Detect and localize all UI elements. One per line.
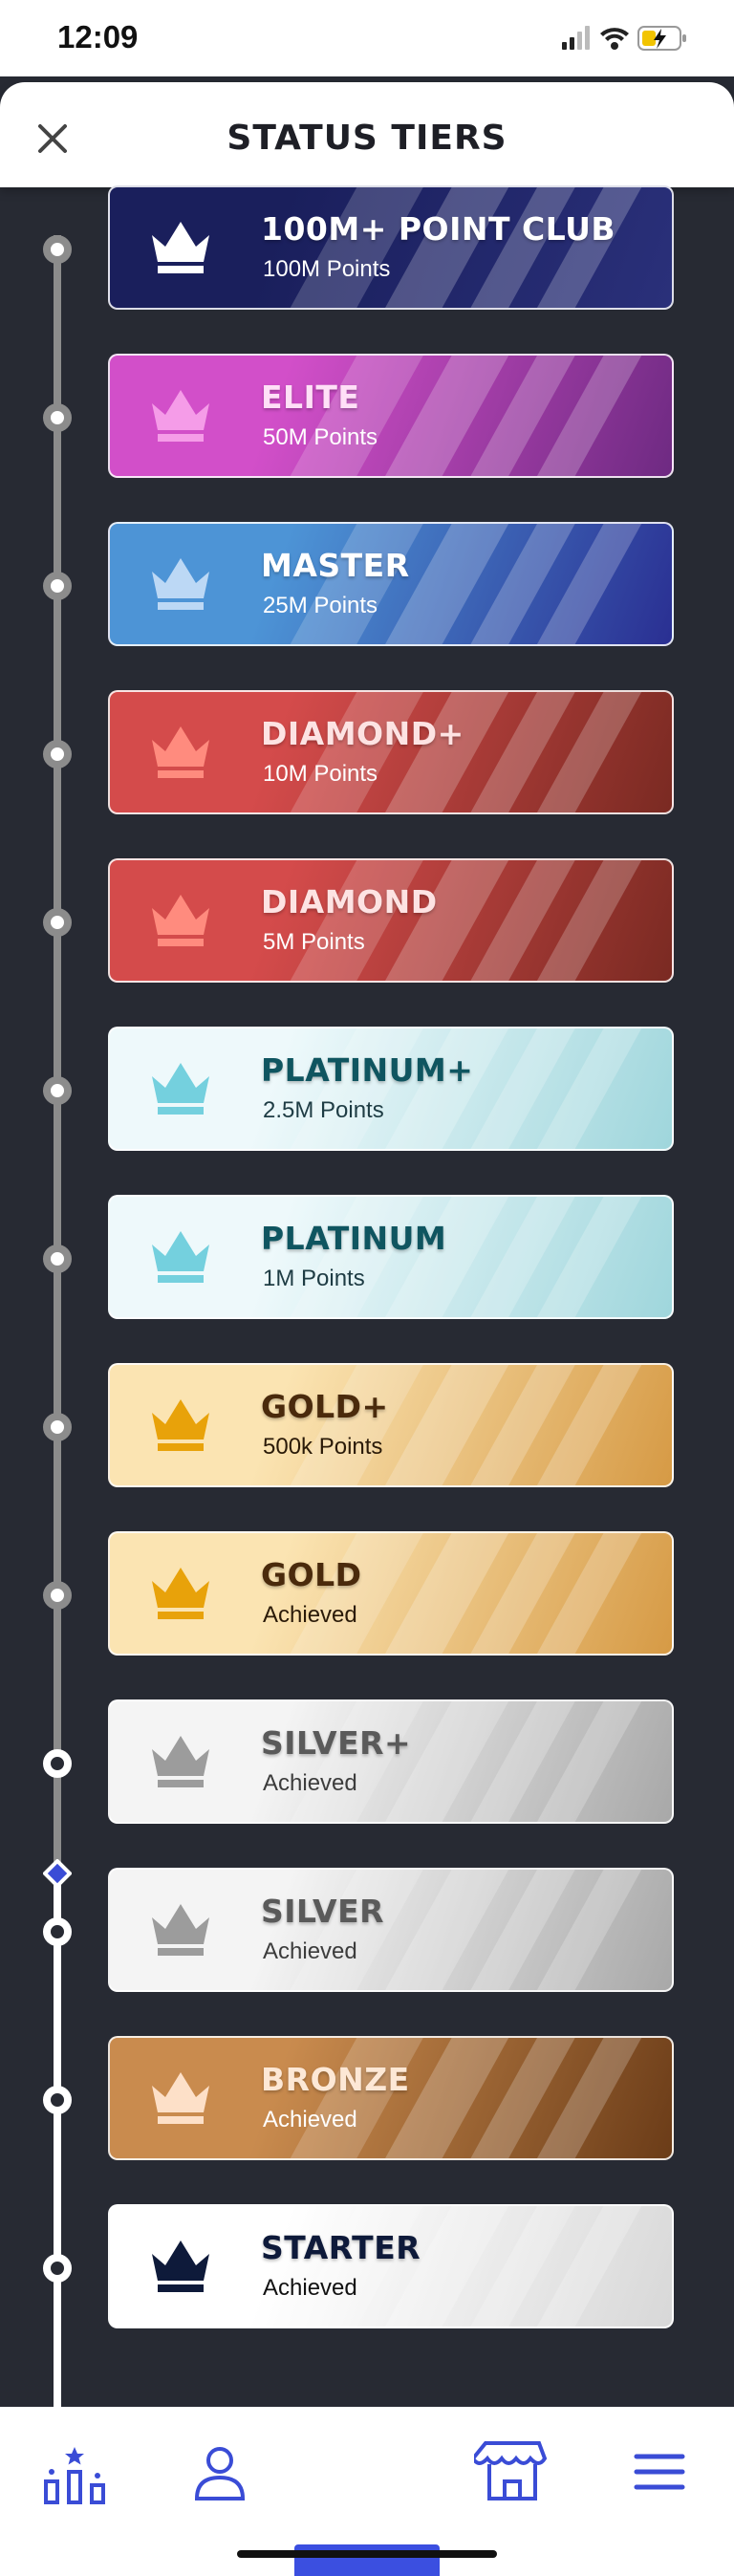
- tier-name: STARTER: [261, 2229, 421, 2266]
- tier-subtitle: Achieved: [263, 2107, 357, 2132]
- status-bar: 12:09: [0, 0, 734, 76]
- tier-timeline: 100M+ POINT CLUB 100M Points ELITE 50M Poin…: [0, 185, 734, 2448]
- leaderboard-icon: [44, 2447, 105, 2504]
- wifi-icon: [600, 28, 629, 50]
- tier-name: SILVER+: [261, 1724, 412, 1762]
- nav-menu[interactable]: [621, 2434, 698, 2510]
- header: STATUS TIERS: [0, 82, 734, 187]
- crown-icon: [152, 895, 209, 946]
- timeline-node: [43, 740, 72, 768]
- crown-icon: [152, 1063, 209, 1115]
- crown-icon: [152, 558, 209, 610]
- status-time: 12:09: [57, 19, 139, 54]
- tier-name: SILVER: [261, 1893, 385, 1930]
- crown-icon: [152, 2240, 209, 2292]
- tier-subtitle: 100M Points: [263, 256, 391, 282]
- crown-icon: [152, 1568, 209, 1619]
- tier-card[interactable]: MASTER 25M Points: [108, 522, 674, 646]
- tier-card[interactable]: GOLD+ 500k Points: [108, 1363, 674, 1487]
- timeline-node: [43, 908, 72, 937]
- crown-icon: [152, 390, 209, 442]
- timeline-line-achieved: [54, 1874, 61, 2448]
- tier-subtitle: 2.5M Points: [263, 1097, 384, 1123]
- timeline-node: [43, 572, 72, 600]
- tier-name: BRONZE: [261, 2061, 410, 2098]
- nav-profile[interactable]: [182, 2434, 258, 2510]
- tier-name: GOLD: [261, 1556, 362, 1593]
- tier-subtitle: Achieved: [263, 1938, 357, 1964]
- menu-icon: [634, 2454, 685, 2490]
- nav-store[interactable]: [470, 2434, 550, 2510]
- tier-subtitle: Achieved: [263, 2275, 357, 2301]
- crown-icon: [152, 222, 209, 273]
- crown-icon: [152, 1904, 209, 1956]
- tier-card[interactable]: ELITE 50M Points: [108, 354, 674, 478]
- timeline-line-locked: [54, 235, 61, 1874]
- nav-leaderboard[interactable]: [36, 2434, 113, 2510]
- tier-subtitle: 500k Points: [263, 1434, 383, 1460]
- tier-card[interactable]: DIAMOND 5M Points: [108, 858, 674, 983]
- tier-subtitle: Achieved: [263, 1770, 357, 1796]
- tier-name: PLATINUM+: [261, 1051, 474, 1089]
- profile-icon: [194, 2447, 246, 2500]
- page-title: STATUS TIERS: [227, 119, 507, 158]
- tier-card[interactable]: 100M+ POINT CLUB 100M Points: [108, 185, 674, 310]
- tier-card[interactable]: GOLD Achieved: [108, 1531, 674, 1656]
- crown-icon: [152, 1399, 209, 1451]
- tier-subtitle: 25M Points: [263, 593, 378, 618]
- current-position-marker: [43, 1859, 72, 1888]
- timeline-node: [43, 2086, 72, 2114]
- timeline-node: [43, 235, 72, 264]
- tier-subtitle: 50M Points: [263, 424, 378, 450]
- tier-subtitle: 1M Points: [263, 1266, 365, 1291]
- tier-subtitle: 10M Points: [263, 761, 378, 787]
- tier-card[interactable]: PLATINUM 1M Points: [108, 1195, 674, 1319]
- active-tab-indicator: [294, 2544, 440, 2576]
- timeline-node: [43, 1076, 72, 1105]
- battery-charging-icon: [637, 26, 686, 51]
- timeline-node: [43, 1917, 72, 1946]
- tier-name: GOLD+: [261, 1388, 389, 1425]
- tier-name: DIAMOND: [261, 883, 438, 920]
- tier-name: MASTER: [261, 547, 410, 584]
- bottom-nav: [0, 2407, 734, 2576]
- tier-name: DIAMOND+: [261, 715, 464, 752]
- tier-subtitle: 5M Points: [263, 929, 365, 955]
- timeline-node: [43, 1581, 72, 1610]
- tier-card[interactable]: STARTER Achieved: [108, 2204, 674, 2328]
- tier-card[interactable]: SILVER Achieved: [108, 1868, 674, 1992]
- timeline-node: [43, 1749, 72, 1778]
- tier-subtitle: Achieved: [263, 1602, 357, 1628]
- timeline-node: [43, 1413, 72, 1441]
- tier-card[interactable]: DIAMOND+ 10M Points: [108, 690, 674, 814]
- crown-icon: [152, 1736, 209, 1787]
- status-icons: [562, 21, 696, 55]
- timeline-node: [43, 403, 72, 432]
- tier-name: PLATINUM: [261, 1220, 447, 1257]
- crown-icon: [152, 726, 209, 778]
- crown-icon: [152, 2072, 209, 2124]
- store-icon: [470, 2441, 548, 2500]
- signal-icon: [562, 26, 590, 50]
- tier-card[interactable]: SILVER+ Achieved: [108, 1699, 674, 1824]
- tier-card[interactable]: BRONZE Achieved: [108, 2036, 674, 2160]
- crown-icon: [152, 1231, 209, 1283]
- tier-name: ELITE: [261, 379, 360, 416]
- tier-name: 100M+ POINT CLUB: [261, 210, 616, 248]
- tier-card[interactable]: PLATINUM+ 2.5M Points: [108, 1027, 674, 1151]
- timeline-node: [43, 1245, 72, 1273]
- home-indicator: [237, 2550, 497, 2558]
- timeline-node: [43, 2254, 72, 2283]
